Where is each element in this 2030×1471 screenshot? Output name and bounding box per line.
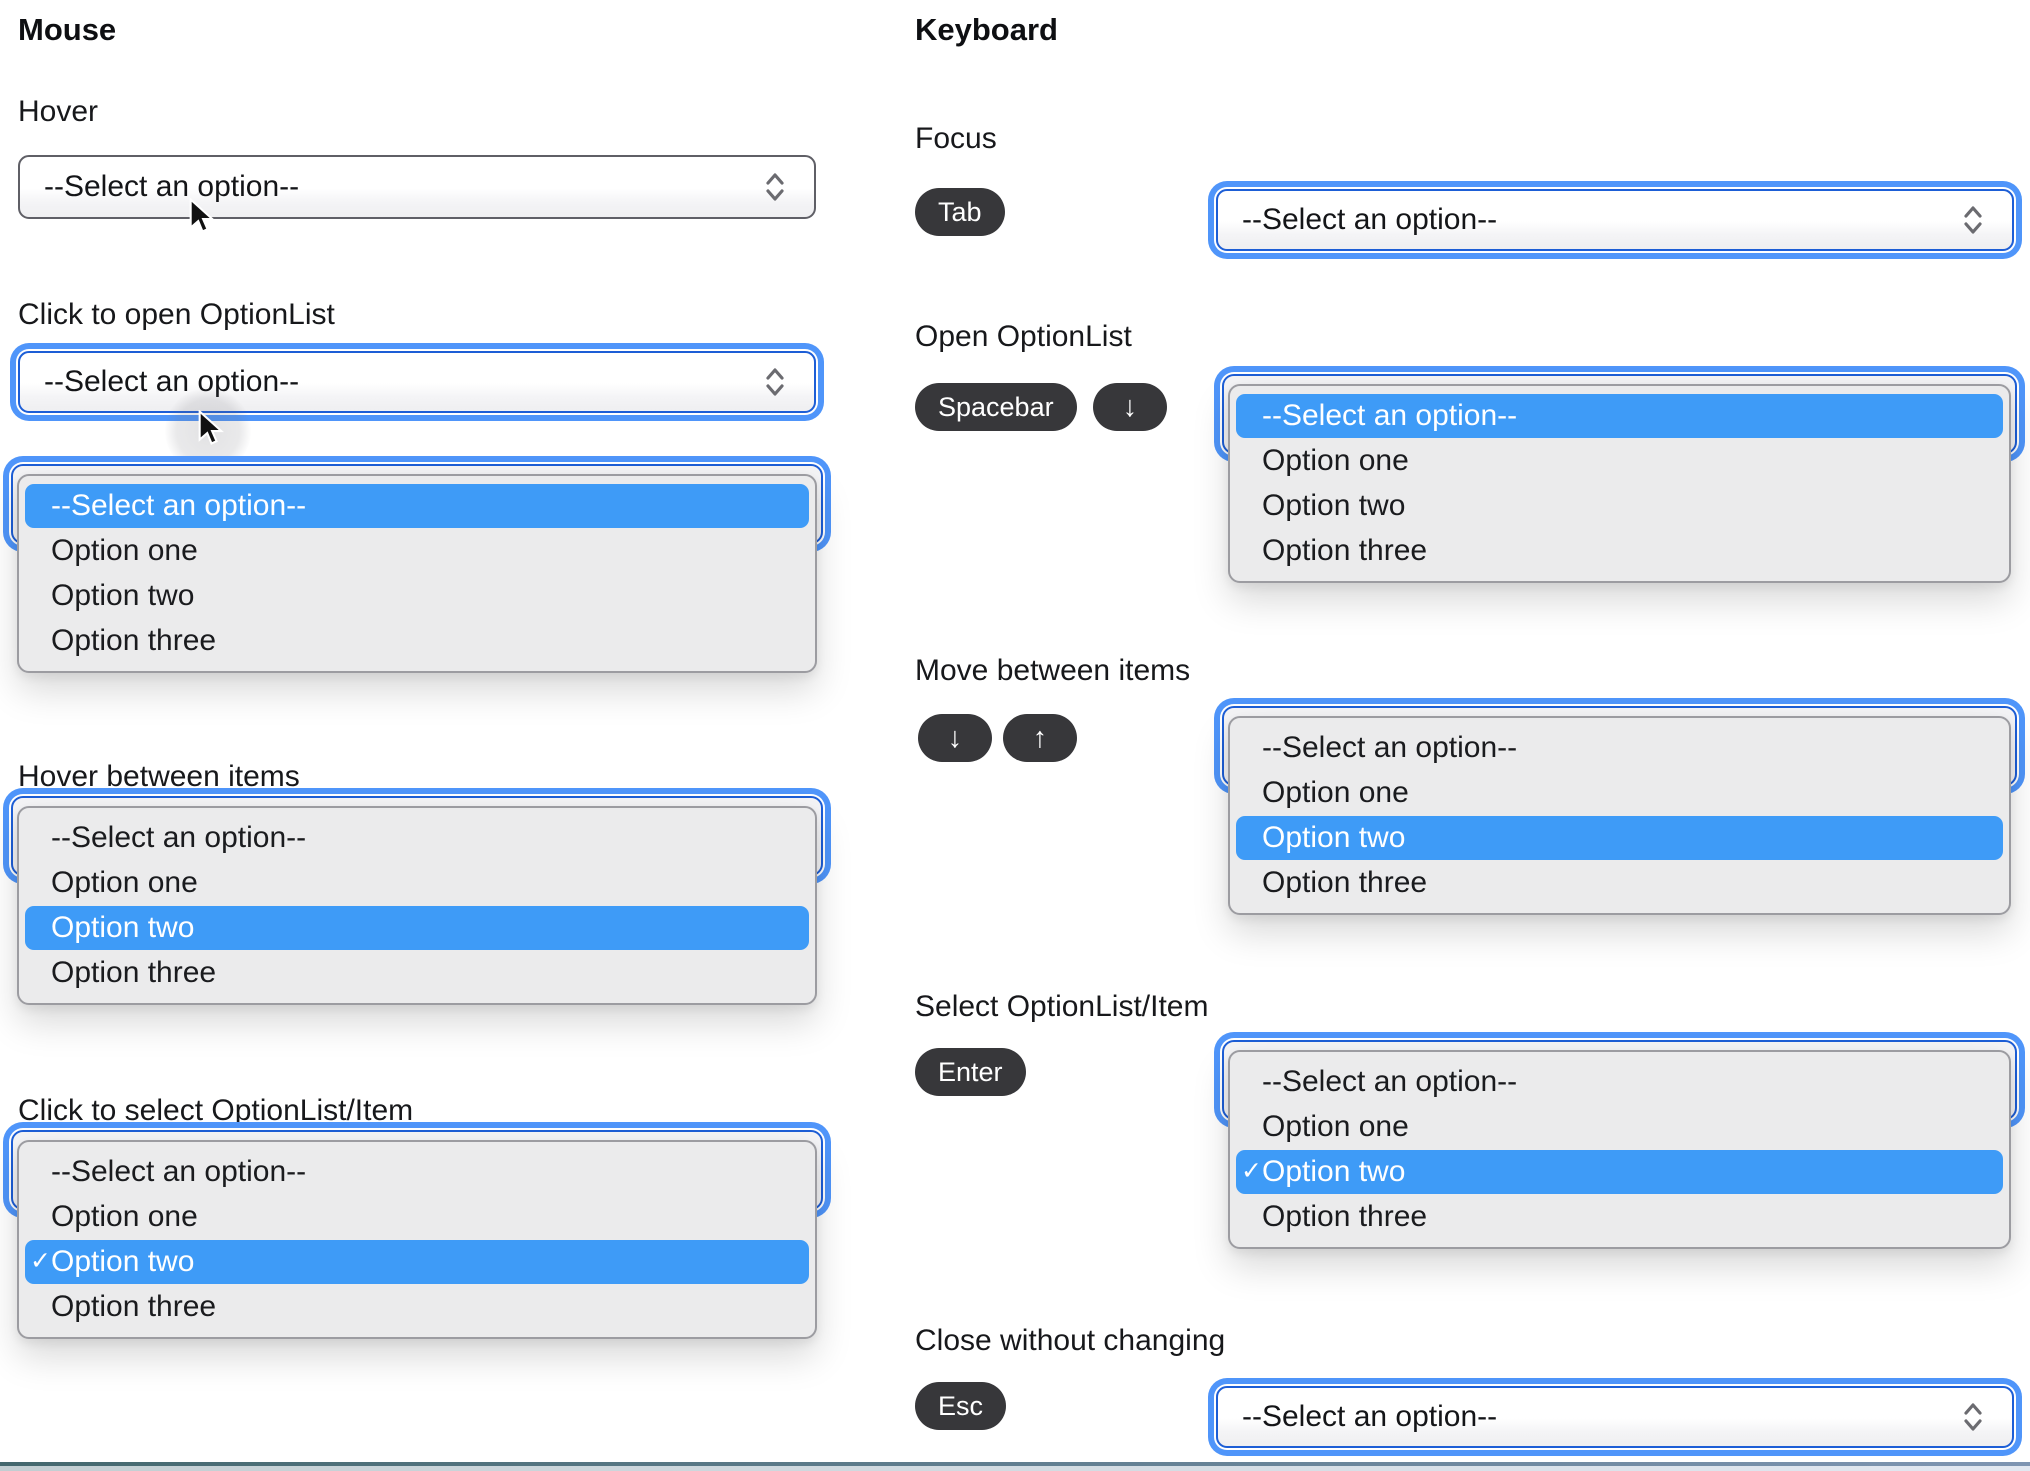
option-item[interactable]: Option three — [25, 1285, 809, 1329]
option-list: --Select an option-- Option one ✓ Option… — [1228, 1050, 2011, 1249]
option-item[interactable]: Option one — [1236, 439, 2003, 483]
option-item[interactable]: Option two — [25, 574, 809, 618]
option-list: --Select an option-- Option one Option t… — [1228, 716, 2011, 915]
key-badge-spacebar: Spacebar — [915, 383, 1077, 431]
section-heading-open: Open OptionList — [915, 320, 1132, 353]
section-heading-move: Move between items — [915, 654, 1191, 687]
option-item[interactable]: --Select an option-- — [25, 484, 809, 528]
option-item[interactable]: Option three — [25, 619, 809, 663]
option-item[interactable]: --Select an option-- — [25, 816, 809, 860]
section-heading-hover: Hover — [18, 95, 99, 128]
key-badge-tab: Tab — [915, 188, 1005, 236]
key-badge-enter: Enter — [915, 1048, 1026, 1096]
cutoff-element-edge-light — [0, 1466, 2030, 1471]
option-list: --Select an option-- Option one Option t… — [1228, 384, 2011, 583]
option-item[interactable]: --Select an option-- — [25, 1150, 809, 1194]
chevron-up-down-icon — [766, 173, 784, 201]
select-trigger-hover[interactable]: --Select an option-- — [18, 155, 816, 219]
option-item[interactable]: Option two — [1236, 484, 2003, 528]
option-item[interactable]: Option one — [25, 529, 809, 573]
open-select-keyboard-select: --Select an option-- Option one ✓ Option… — [1222, 1040, 2017, 1249]
chevron-up-down-icon — [766, 368, 784, 396]
option-item[interactable]: Option two — [1236, 816, 2003, 860]
option-item[interactable]: --Select an option-- — [1236, 726, 2003, 770]
option-item[interactable]: Option one — [25, 1195, 809, 1239]
key-badge-arrow-down: ↓ — [1093, 383, 1167, 431]
open-select-click-open: --Select an option-- Option one Option t… — [11, 464, 823, 673]
section-heading-click-select: Click to select OptionList/Item — [18, 1094, 414, 1127]
option-item-selected[interactable]: ✓ Option two — [25, 1240, 809, 1284]
select-trigger-focused[interactable]: --Select an option-- — [1216, 189, 2014, 251]
option-item[interactable]: --Select an option-- — [1236, 1060, 2003, 1104]
section-heading-hover-items: Hover between items — [18, 760, 300, 793]
select-value: --Select an option-- — [44, 170, 300, 203]
select-value: --Select an option-- — [1242, 203, 1498, 236]
section-heading-close: Close without changing — [915, 1324, 1226, 1357]
select-trigger-focused[interactable]: --Select an option-- — [18, 351, 816, 413]
mouse-cursor-icon — [198, 410, 224, 445]
chevron-up-down-icon — [1964, 1403, 1982, 1431]
option-item[interactable]: Option two — [25, 906, 809, 950]
open-select-hover-items: --Select an option-- Option one Option t… — [11, 796, 823, 1005]
open-select-keyboard-move: --Select an option-- Option one Option t… — [1222, 706, 2017, 915]
select-value: --Select an option-- — [1242, 1400, 1498, 1433]
option-item-selected[interactable]: ✓ Option two — [1236, 1150, 2003, 1194]
option-item[interactable]: Option three — [1236, 529, 2003, 573]
open-select-keyboard-open: --Select an option-- Option one Option t… — [1222, 374, 2017, 583]
key-badge-esc: Esc — [915, 1382, 1007, 1430]
checkmark-icon: ✓ — [1241, 1156, 1262, 1185]
option-item[interactable]: Option three — [25, 951, 809, 995]
option-list: --Select an option-- Option one Option t… — [17, 806, 817, 1005]
chevron-up-down-icon — [1964, 206, 1982, 234]
option-list: --Select an option-- Option one Option t… — [17, 474, 817, 673]
option-item[interactable]: Option one — [1236, 1105, 2003, 1149]
option-item[interactable]: Option one — [25, 861, 809, 905]
option-item[interactable]: Option three — [1236, 1195, 2003, 1239]
page: Mouse Hover --Select an option-- Click t… — [0, 0, 2030, 1471]
option-item[interactable]: --Select an option-- — [1236, 394, 2003, 438]
mouse-column-title: Mouse — [18, 12, 117, 47]
select-value: --Select an option-- — [44, 365, 300, 398]
section-heading-focus: Focus — [915, 122, 997, 155]
section-heading-click-open: Click to open OptionList — [18, 298, 335, 331]
checkmark-icon: ✓ — [30, 1246, 51, 1275]
key-badge-arrow-down: ↓ — [918, 714, 992, 762]
option-item[interactable]: Option one — [1236, 771, 2003, 815]
select-trigger-focused[interactable]: --Select an option-- — [1216, 1386, 2014, 1448]
section-heading-select-item: Select OptionList/Item — [915, 990, 1209, 1023]
option-item[interactable]: Option three — [1236, 861, 2003, 905]
option-list: --Select an option-- Option one ✓ Option… — [17, 1140, 817, 1339]
open-select-click-select: --Select an option-- Option one ✓ Option… — [11, 1130, 823, 1339]
keyboard-column-title: Keyboard — [915, 12, 1058, 47]
key-badge-arrow-up: ↑ — [1003, 714, 1077, 762]
